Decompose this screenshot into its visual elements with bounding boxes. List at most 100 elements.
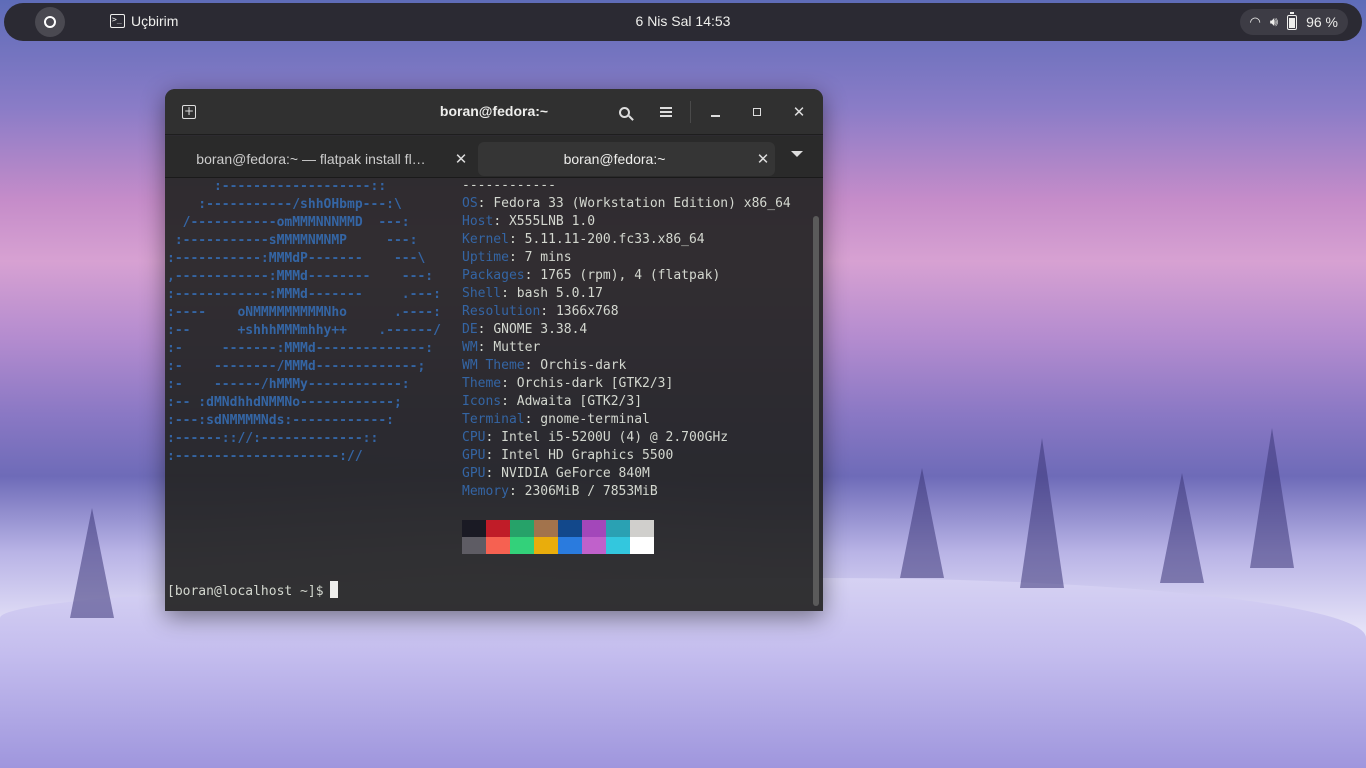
activities-icon	[44, 16, 56, 28]
info-value: X555LNB 1.0	[508, 214, 596, 229]
search-button[interactable]	[610, 98, 638, 126]
tab-flatpak-install[interactable]: boran@fedora:~ — flatpak install fl… ✕	[173, 142, 473, 176]
info-row: Terminal: gnome-terminal	[462, 411, 791, 429]
volume-icon: 🔊︎	[1269, 14, 1279, 29]
info-key: GPU	[462, 466, 486, 481]
palette-swatch	[558, 520, 582, 537]
terminal-content[interactable]: :-------------------:: :-----------/shhO…	[165, 178, 807, 611]
palette-swatch	[606, 520, 630, 537]
logo-line: :---- oNMMMMMMMMMNho .----:	[167, 305, 441, 320]
info-value: NVIDIA GeForce 840M	[501, 466, 650, 481]
new-tab-icon: +	[182, 104, 196, 119]
palette-swatch	[582, 537, 606, 554]
maximize-button[interactable]	[743, 98, 771, 126]
top-bar: >_ Uçbirim 6 Nis Sal 14:53 ◠ 🔊︎ 96 %	[4, 3, 1362, 41]
tabs-menu-icon[interactable]	[791, 151, 803, 157]
clock-label[interactable]: 6 Nis Sal 14:53	[636, 13, 731, 29]
logo-line: :-----------/shhOHbmp---:\	[167, 197, 402, 212]
info-colon: :	[501, 376, 517, 391]
info-value: Intel HD Graphics 5500	[501, 448, 674, 463]
info-value: GNOME 3.38.4	[493, 322, 588, 337]
info-row: WM: Mutter	[462, 339, 791, 357]
tab-label: boran@fedora:~	[563, 151, 666, 167]
tab-active[interactable]: boran@fedora:~ ✕	[478, 142, 775, 176]
info-value: 2306MiB / 7853MiB	[524, 484, 658, 499]
logo-line: :- --------/MMMd-------------;	[167, 359, 426, 374]
palette-swatch	[630, 520, 654, 537]
palette-swatch	[462, 520, 486, 537]
info-row: Packages: 1765 (rpm), 4 (flatpak)	[462, 267, 791, 285]
color-palette	[462, 520, 654, 554]
logo-line: :-----------:MMMdP------- ---\	[167, 251, 426, 266]
info-value: Intel i5-5200U (4) @ 2.700GHz	[501, 430, 729, 445]
info-key: CPU	[462, 430, 486, 445]
info-row: GPU: Intel HD Graphics 5500	[462, 447, 791, 465]
scrollbar[interactable]	[813, 216, 819, 606]
tab-label: boran@fedora:~ — flatpak install fl…	[196, 151, 426, 167]
info-colon: :	[485, 448, 502, 463]
wallpaper-tree	[1250, 428, 1294, 568]
info-key: WM Theme	[462, 358, 525, 373]
info-colon: :	[493, 214, 509, 229]
wallpaper-tree	[1020, 438, 1064, 588]
info-value: Orchis-dark [GTK2/3]	[516, 376, 674, 391]
info-key: Host	[462, 214, 494, 229]
hamburger-icon	[660, 107, 672, 117]
info-key: GPU	[462, 448, 486, 463]
minimize-button[interactable]	[701, 98, 729, 126]
tab-close-icon[interactable]: ✕	[751, 150, 775, 168]
info-row: CPU: Intel i5-5200U (4) @ 2.700GHz	[462, 429, 791, 447]
info-key: WM	[462, 340, 478, 355]
info-value: Mutter	[493, 340, 541, 355]
logo-line: :---------------------://	[167, 449, 363, 464]
info-key: Resolution	[462, 304, 541, 319]
info-key: Packages	[462, 268, 525, 283]
palette-swatch	[606, 537, 630, 554]
info-separator: ------------	[462, 178, 556, 193]
palette-swatch	[534, 520, 558, 537]
window-title: boran@fedora:~	[439, 103, 549, 119]
info-row: Icons: Adwaita [GTK2/3]	[462, 393, 791, 411]
info-value: Orchis-dark	[540, 358, 627, 373]
info-key: Terminal	[462, 412, 525, 427]
logo-line: ,------------:MMMd-------- ---:	[167, 269, 434, 284]
info-value: Fedora 33 (Workstation Edition) x86_64	[493, 196, 791, 211]
text-cursor	[329, 581, 338, 598]
info-key: Theme	[462, 376, 502, 391]
info-colon: :	[540, 304, 556, 319]
info-value: 1366x768	[555, 304, 619, 319]
wifi-icon: ◠	[1249, 14, 1261, 29]
close-button[interactable]: ✕	[785, 98, 813, 126]
palette-swatch	[462, 537, 486, 554]
info-key: Memory	[462, 484, 509, 499]
terminal-icon: >_	[110, 14, 125, 28]
battery-icon	[1287, 11, 1298, 30]
close-icon: ✕	[792, 103, 806, 121]
wallpaper-tree	[1160, 473, 1204, 583]
info-key: Kernel	[462, 232, 509, 247]
activities-button[interactable]	[35, 7, 65, 37]
info-row: Kernel: 5.11.11-200.fc33.x86_64	[462, 231, 791, 249]
battery-percent: 96 %	[1306, 14, 1338, 30]
info-colon: :	[477, 322, 494, 337]
tab-close-icon[interactable]: ✕	[449, 150, 473, 168]
info-colon: :	[485, 430, 502, 445]
search-icon	[618, 106, 630, 118]
new-tab-button[interactable]: +	[175, 98, 203, 126]
menu-button[interactable]	[652, 98, 680, 126]
info-row: WM Theme: Orchis-dark	[462, 357, 791, 375]
app-menu[interactable]: >_ Uçbirim	[110, 13, 178, 29]
tab-bar: boran@fedora:~ — flatpak install fl… ✕ b…	[165, 136, 823, 178]
info-colon: :	[508, 232, 525, 247]
info-row: OS: Fedora 33 (Workstation Edition) x86_…	[462, 195, 791, 213]
info-value: bash 5.0.17	[516, 286, 603, 301]
info-colon: :	[501, 286, 517, 301]
info-colon: :	[477, 196, 494, 211]
logo-line: :---:sdNMMMMNds:------------:	[167, 413, 394, 428]
logo-line: :-------------------::	[167, 179, 387, 194]
info-value: 7 mins	[524, 250, 572, 265]
palette-swatch	[582, 520, 606, 537]
info-colon: :	[508, 250, 525, 265]
info-row: Shell: bash 5.0.17	[462, 285, 791, 303]
system-tray[interactable]: ◠ 🔊︎ 96 %	[1239, 9, 1348, 35]
